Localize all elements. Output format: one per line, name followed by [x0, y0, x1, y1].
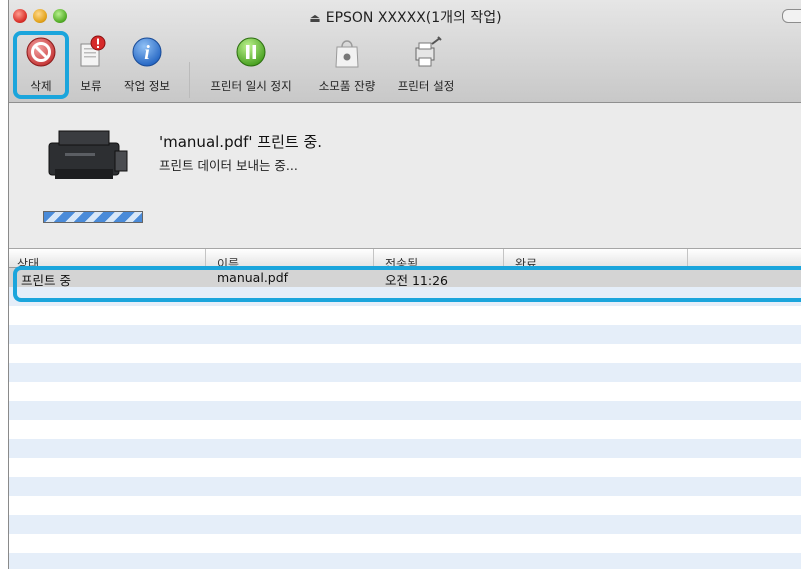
column-divider	[687, 249, 688, 267]
printer-image	[48, 130, 128, 179]
hold-icon	[80, 35, 106, 67]
empty-row	[9, 325, 801, 344]
print-queue-window: ⏏ EPSON XXXXX(1개의 작업) 삭제 보류 i 작업 정보 프린터 …	[8, 0, 801, 569]
column-divider	[205, 249, 206, 267]
selected-row-highlight	[13, 266, 801, 302]
info-icon: i	[132, 37, 162, 67]
toolbar-separator	[189, 62, 190, 98]
job-title: 'manual.pdf' 프린트 중.	[159, 133, 323, 151]
empty-row	[9, 420, 801, 439]
empty-row	[9, 382, 801, 401]
toolbar: 삭제 보류 i 작업 정보 프린터 일시 정지 소모품 잔량 프린터 설정	[9, 28, 801, 102]
empty-row	[9, 344, 801, 363]
supply-levels-button[interactable]: 소모품 잔량	[311, 28, 383, 98]
table-body: 프린트 중 manual.pdf 오전 11:26	[9, 268, 801, 569]
hold-button[interactable]: 보류	[71, 28, 111, 98]
empty-row	[9, 534, 801, 553]
job-info-label: 작업 정보	[124, 79, 170, 93]
shopping-bag-icon	[335, 40, 359, 68]
empty-row	[9, 515, 801, 534]
empty-row	[9, 401, 801, 420]
empty-row	[9, 553, 801, 569]
empty-row	[9, 439, 801, 458]
printer-setup-icon	[415, 36, 442, 67]
window-chrome: ⏏ EPSON XXXXX(1개의 작업) 삭제 보류 i 작업 정보 프린터 …	[9, 0, 801, 103]
column-divider	[373, 249, 374, 267]
printer-eject-icon: ⏏	[309, 11, 321, 25]
supply-levels-label: 소모품 잔량	[318, 79, 376, 93]
job-info-button[interactable]: i 작업 정보	[115, 28, 179, 98]
window-title: EPSON XXXXX(1개의 작업)	[325, 10, 502, 26]
pause-icon	[236, 37, 266, 67]
printer-setup-label: 프린터 설정	[397, 79, 455, 93]
delete-button-highlight	[13, 31, 69, 99]
toolbar-toggle-button[interactable]	[782, 9, 801, 23]
empty-row	[9, 458, 801, 477]
empty-row	[9, 477, 801, 496]
window-title-bar: ⏏ EPSON XXXXX(1개의 작업)	[9, 7, 801, 27]
pause-printer-label: 프린터 일시 정지	[210, 79, 292, 93]
empty-row	[9, 306, 801, 325]
column-divider	[503, 249, 504, 267]
svg-text:i: i	[144, 42, 150, 64]
empty-row	[9, 363, 801, 382]
job-status-text: 프린트 데이터 보내는 중...	[159, 158, 298, 173]
hold-label: 보류	[80, 79, 102, 93]
empty-row	[9, 496, 801, 515]
printer-setup-button[interactable]: 프린터 설정	[391, 28, 461, 98]
pause-printer-button[interactable]: 프린터 일시 정지	[201, 28, 301, 98]
print-progress-bar	[43, 211, 143, 223]
current-job-status-panel: 'manual.pdf' 프린트 중. 프린트 데이터 보내는 중...	[9, 103, 801, 249]
